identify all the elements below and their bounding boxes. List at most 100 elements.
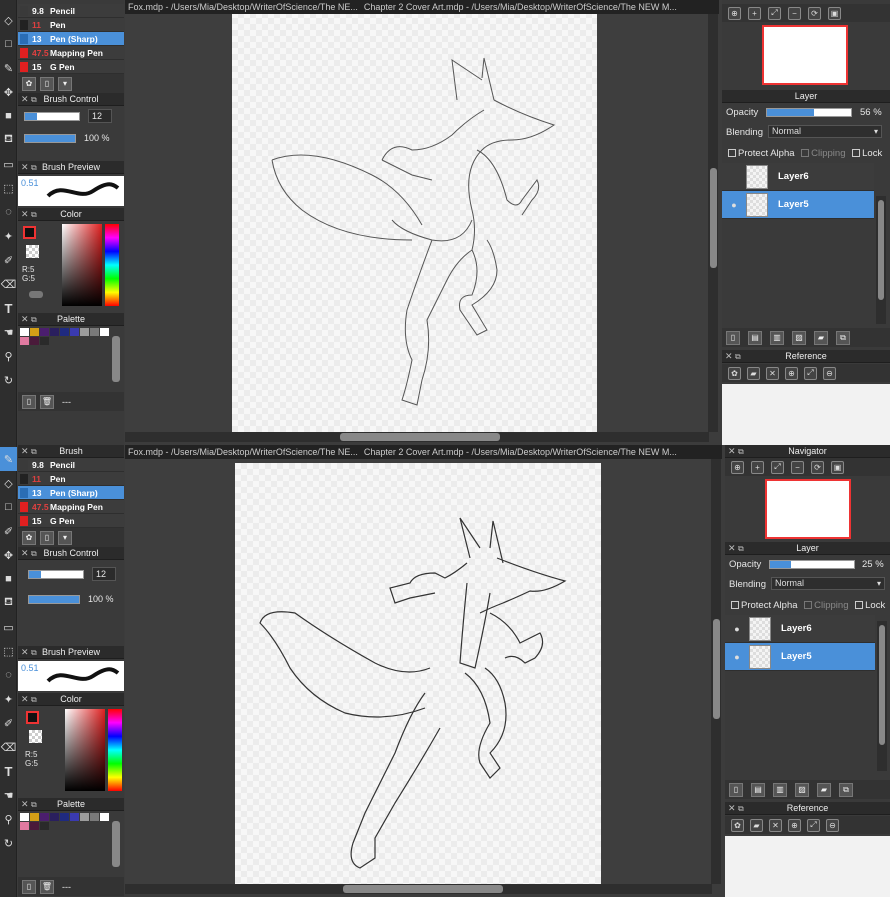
brush-menu-icon[interactable]: ▾: [58, 76, 72, 91]
visibility-icon[interactable]: ●: [725, 652, 749, 662]
close-icon[interactable]: ✕: [728, 802, 736, 815]
brush-density-slider[interactable]: [28, 595, 80, 604]
hue-slider[interactable]: [108, 709, 122, 791]
zoom-in-plus-icon[interactable]: +: [748, 6, 761, 20]
palette-swatch[interactable]: [80, 813, 89, 821]
reference-area[interactable]: [722, 384, 890, 445]
close-icon[interactable]: ✕: [728, 445, 736, 458]
brush-size-field[interactable]: 12: [88, 109, 112, 123]
brush-item[interactable]: 15 G Pen: [18, 514, 124, 528]
brush-item[interactable]: 11 Pen: [18, 472, 124, 486]
document-canvas[interactable]: [232, 14, 597, 432]
fit-icon[interactable]: ⤢: [768, 6, 781, 20]
color-gradient-picker[interactable]: [62, 224, 102, 306]
eyedropper-icon[interactable]: ⚲: [0, 344, 17, 368]
new-layer-1bit-icon[interactable]: ▥: [770, 330, 784, 345]
hand-icon[interactable]: ☚: [0, 320, 17, 344]
brush-size-field[interactable]: 12: [92, 567, 116, 581]
popout-icon[interactable]: ⧉: [31, 161, 37, 174]
add-reference-icon[interactable]: ✿: [731, 818, 744, 832]
new-layer-8bit-icon[interactable]: ▤: [751, 782, 765, 797]
add-brush-icon[interactable]: ✿: [22, 76, 36, 91]
move-icon[interactable]: ✥: [0, 80, 17, 104]
popout-icon[interactable]: ⧉: [31, 445, 37, 458]
brush-size-slider[interactable]: [24, 112, 80, 121]
move-icon[interactable]: ✥: [0, 543, 17, 567]
flip-icon[interactable]: ▣: [828, 6, 841, 20]
close-icon[interactable]: ✕: [21, 313, 29, 326]
duplicate-layer-icon[interactable]: ⧉: [836, 330, 850, 345]
canvas-area[interactable]: [125, 14, 709, 432]
canvas-area[interactable]: [125, 459, 712, 884]
select-rect-icon[interactable]: □: [0, 495, 17, 519]
protect-alpha-checkbox[interactable]: [731, 601, 739, 609]
layer-item-selected[interactable]: ● Layer5: [725, 643, 875, 671]
brush-item[interactable]: 9.8 Pencil: [18, 458, 124, 472]
close-icon[interactable]: ✕: [21, 161, 29, 174]
tab-chapter2[interactable]: Chapter 2 Cover Art.mdp - /Users/Mia/Des…: [361, 447, 680, 457]
canvas-vscroll[interactable]: [711, 459, 721, 884]
add-brush-icon[interactable]: ✿: [22, 530, 36, 545]
popout-icon[interactable]: ⧉: [31, 798, 37, 811]
popout-icon[interactable]: ⧉: [735, 350, 741, 363]
zoom-out-icon[interactable]: −: [791, 460, 804, 474]
lasso-icon[interactable]: ◌: [0, 200, 17, 224]
blending-select[interactable]: Normal: [768, 125, 882, 138]
bucket-icon[interactable]: ⛾: [0, 128, 17, 152]
delete-palette-icon[interactable]: 🗑: [40, 879, 54, 894]
palette-swatch[interactable]: [20, 822, 29, 830]
close-icon[interactable]: ✕: [21, 693, 29, 706]
gradient-icon[interactable]: ▭: [0, 152, 17, 176]
clipping-checkbox[interactable]: [804, 601, 813, 609]
layer-item-selected[interactable]: ● Layer5: [722, 191, 874, 219]
palette-swatch[interactable]: [40, 328, 49, 336]
palette-swatch[interactable]: [50, 328, 59, 336]
reference-area[interactable]: [725, 836, 890, 897]
popout-icon[interactable]: ⧉: [738, 802, 744, 815]
popout-icon[interactable]: ⧉: [31, 313, 37, 326]
add-reference-icon[interactable]: ✿: [728, 366, 741, 380]
select-eraser-icon[interactable]: ⌫: [0, 735, 17, 759]
eraser-icon[interactable]: ◇: [0, 471, 17, 495]
brush-item[interactable]: 15 G Pen: [18, 60, 124, 74]
gradient-icon[interactable]: ▭: [0, 615, 17, 639]
lock-checkbox[interactable]: [852, 149, 861, 157]
zoom-in-plus-icon[interactable]: +: [751, 460, 764, 474]
background-color-swatch[interactable]: [29, 730, 42, 743]
protect-alpha-checkbox[interactable]: [728, 149, 736, 157]
flip-icon[interactable]: ▣: [831, 460, 844, 474]
palette-swatch[interactable]: [70, 813, 79, 821]
palette-swatch[interactable]: [30, 337, 39, 345]
zoom-in-icon[interactable]: ⊕: [728, 6, 741, 20]
ref-zoom-out-icon[interactable]: ⊖: [826, 818, 839, 832]
close-reference-icon[interactable]: ✕: [769, 818, 782, 832]
clipping-checkbox[interactable]: [801, 149, 810, 157]
pen-icon[interactable]: ✎: [0, 56, 17, 80]
palette-swatch[interactable]: [20, 813, 29, 821]
folder-icon[interactable]: ▰: [814, 330, 828, 345]
palette-swatch[interactable]: [30, 822, 39, 830]
magic-wand-icon[interactable]: ✦: [0, 687, 17, 711]
opacity-slider[interactable]: [766, 108, 852, 117]
palette-scrollbar[interactable]: [112, 336, 120, 382]
visibility-icon[interactable]: ●: [722, 200, 746, 210]
folder-icon[interactable]: ▰: [817, 782, 831, 797]
new-palette-icon[interactable]: ▯: [22, 394, 36, 409]
palette-swatch[interactable]: [100, 813, 109, 821]
palette-swatch[interactable]: [40, 337, 49, 345]
fill-rect-icon[interactable]: ■: [0, 104, 17, 128]
palette-swatch[interactable]: [70, 328, 79, 336]
visibility-icon[interactable]: ●: [725, 624, 749, 634]
ref-fit-icon[interactable]: ⤢: [804, 366, 817, 380]
brush-density-slider[interactable]: [24, 134, 76, 143]
select-icon[interactable]: ⬚: [0, 639, 17, 663]
brush-item[interactable]: 47.5 Mapping Pen: [18, 46, 124, 60]
navigator-frame[interactable]: [762, 25, 848, 85]
duplicate-layer-icon[interactable]: ⧉: [839, 782, 853, 797]
palette-swatch[interactable]: [60, 813, 69, 821]
brush-item-selected[interactable]: 13 Pen (Sharp): [18, 32, 124, 46]
popout-icon[interactable]: ⧉: [738, 445, 744, 458]
palette-swatch[interactable]: [90, 813, 99, 821]
open-folder-icon[interactable]: ▰: [747, 366, 760, 380]
palette-swatch[interactable]: [20, 328, 29, 336]
